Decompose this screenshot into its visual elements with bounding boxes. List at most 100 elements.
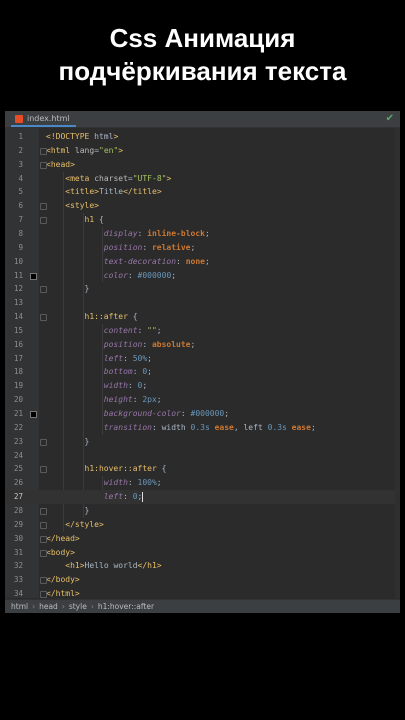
vertical-scrollbar[interactable]	[395, 128, 400, 598]
code-line[interactable]: 11 color: #000000;	[5, 269, 400, 283]
color-swatch-icon[interactable]	[30, 272, 37, 280]
breadcrumb-item[interactable]: html	[11, 602, 28, 611]
breadcrumb-item[interactable]: head	[39, 602, 58, 611]
fold-marker-icon[interactable]	[40, 577, 47, 585]
line-number: 25	[13, 464, 23, 474]
code-line-text: position: relative;	[103, 242, 196, 252]
code-line-text: left: 0;	[103, 491, 144, 502]
fold-marker-icon[interactable]	[40, 591, 47, 599]
code-line-text: <!DOCTYPE html>	[46, 132, 119, 141]
code-line[interactable]: 2 <html lang="en">	[5, 144, 400, 158]
code-line-text: </head>	[46, 533, 80, 543]
code-line[interactable]: 32 <h1>Hello world</h1>	[5, 559, 400, 573]
tab-index-html[interactable]: index.html	[11, 111, 76, 127]
code-line[interactable]: 31 <body>	[5, 546, 400, 560]
fold-marker-icon[interactable]	[40, 217, 47, 225]
line-number: 27	[13, 492, 23, 502]
html-file-icon	[15, 115, 23, 123]
line-number: 31	[13, 547, 23, 557]
code-line[interactable]: 18 bottom: 0;	[5, 365, 400, 379]
line-number: 33	[13, 575, 23, 585]
line-number: 30	[13, 533, 23, 543]
code-line[interactable]: 8 display: inline-block;	[5, 227, 400, 241]
fold-marker-icon[interactable]	[40, 521, 47, 529]
code-line[interactable]: 28 }	[5, 504, 400, 518]
code-line[interactable]: 22 transition: width 0.3s ease, left 0.3…	[5, 421, 400, 435]
code-line-text: }	[46, 436, 90, 446]
code-line-text: display: inline-block;	[103, 228, 210, 238]
line-number: 4	[18, 173, 23, 183]
code-line[interactable]: 3 <head>	[5, 158, 400, 172]
line-number: 1	[18, 132, 23, 141]
line-number: 16	[13, 339, 23, 349]
code-line[interactable]: 16 position: absolute;	[5, 338, 400, 352]
code-line-text: transition: width 0.3s ease, left 0.3s e…	[103, 422, 316, 432]
fold-marker-icon[interactable]	[40, 203, 47, 211]
code-line[interactable]: 19 width: 0;	[5, 379, 400, 393]
code-line[interactable]: 29 </style>	[5, 518, 400, 532]
code-line-text: h1::after {	[84, 312, 138, 322]
code-line[interactable]: 20 height: 2px;	[5, 393, 400, 407]
code-line[interactable]: 7 h1 {	[5, 213, 400, 227]
breadcrumb-item[interactable]: h1:hover::after	[98, 602, 154, 611]
code-line[interactable]: 24	[5, 449, 400, 463]
code-line-text: color: #000000;	[103, 270, 177, 280]
fold-marker-icon[interactable]	[40, 549, 47, 557]
caption-line-2: подчёркивания текста	[58, 56, 347, 86]
code-line-text: <title>Title</title>	[65, 187, 162, 197]
line-number: 12	[13, 284, 23, 294]
line-number: 20	[13, 395, 23, 405]
fold-marker-icon[interactable]	[40, 161, 47, 169]
breadcrumb-item[interactable]: style	[69, 602, 87, 611]
line-number: 22	[13, 422, 23, 432]
fold-marker-icon[interactable]	[40, 438, 47, 446]
code-line[interactable]: 13	[5, 296, 400, 310]
line-number: 14	[13, 312, 23, 322]
code-line-text: text-decoration: none;	[103, 256, 210, 266]
caption-line-1: Css Анимация	[109, 23, 296, 53]
line-number: 32	[13, 561, 23, 571]
code-line[interactable]: 25 h1:hover::after {	[5, 462, 400, 476]
fold-marker-icon[interactable]	[40, 466, 47, 474]
fold-marker-icon[interactable]	[40, 286, 47, 294]
code-line[interactable]: 27 left: 0;	[5, 490, 400, 504]
fold-marker-icon[interactable]	[40, 535, 47, 543]
code-line[interactable]: 12 }	[5, 282, 400, 296]
code-area[interactable]: 1 <!DOCTYPE html> 2 <html lang="en"> 3 <head>…	[5, 128, 400, 598]
color-swatch-icon[interactable]	[30, 411, 37, 418]
fold-marker-icon[interactable]	[40, 147, 47, 155]
code-line-text: <body>	[46, 547, 75, 557]
fold-marker-icon[interactable]	[40, 507, 47, 515]
code-line[interactable]: 23 }	[5, 435, 400, 449]
line-number: 7	[18, 215, 23, 225]
code-line[interactable]: 21 background-color: #000000;	[5, 407, 400, 421]
code-line[interactable]: 17 left: 50%;	[5, 352, 400, 366]
line-number: 19	[13, 381, 23, 391]
code-line[interactable]: 4 <meta charset="UTF-8">	[5, 172, 400, 186]
code-line-text: </style>	[65, 519, 104, 529]
check-icon: ✔	[385, 113, 394, 124]
code-line[interactable]: 1 <!DOCTYPE html>	[5, 130, 400, 144]
code-line[interactable]: 15 content: "";	[5, 324, 400, 338]
code-line-text: width: 0;	[103, 381, 148, 391]
code-line[interactable]: 14 h1::after {	[5, 310, 400, 324]
code-line-text: }	[46, 284, 90, 294]
code-line[interactable]: 5 <title>Title</title>	[5, 185, 400, 199]
code-line[interactable]: 26 width: 100%;	[5, 476, 400, 490]
code-line[interactable]: 10 text-decoration: none;	[5, 255, 400, 269]
code-line[interactable]: 9 position: relative;	[5, 241, 400, 255]
fold-marker-icon[interactable]	[40, 314, 47, 322]
code-line-text: <h1>Hello world</h1>	[65, 561, 162, 571]
line-number: 26	[13, 478, 23, 488]
line-number: 23	[13, 436, 23, 446]
code-line-text: <head>	[46, 159, 75, 169]
line-number: 2	[18, 145, 23, 155]
line-number: 28	[13, 505, 23, 515]
code-line-text: width: 100%;	[103, 478, 162, 488]
code-line-text: <html lang="en">	[46, 145, 124, 155]
line-number: 9	[18, 242, 23, 252]
code-line[interactable]: 30 </head>	[5, 532, 400, 546]
code-line[interactable]: 6 <style>	[5, 199, 400, 213]
code-line[interactable]: 33 </body>	[5, 573, 400, 587]
code-line-text: h1 {	[84, 215, 104, 225]
